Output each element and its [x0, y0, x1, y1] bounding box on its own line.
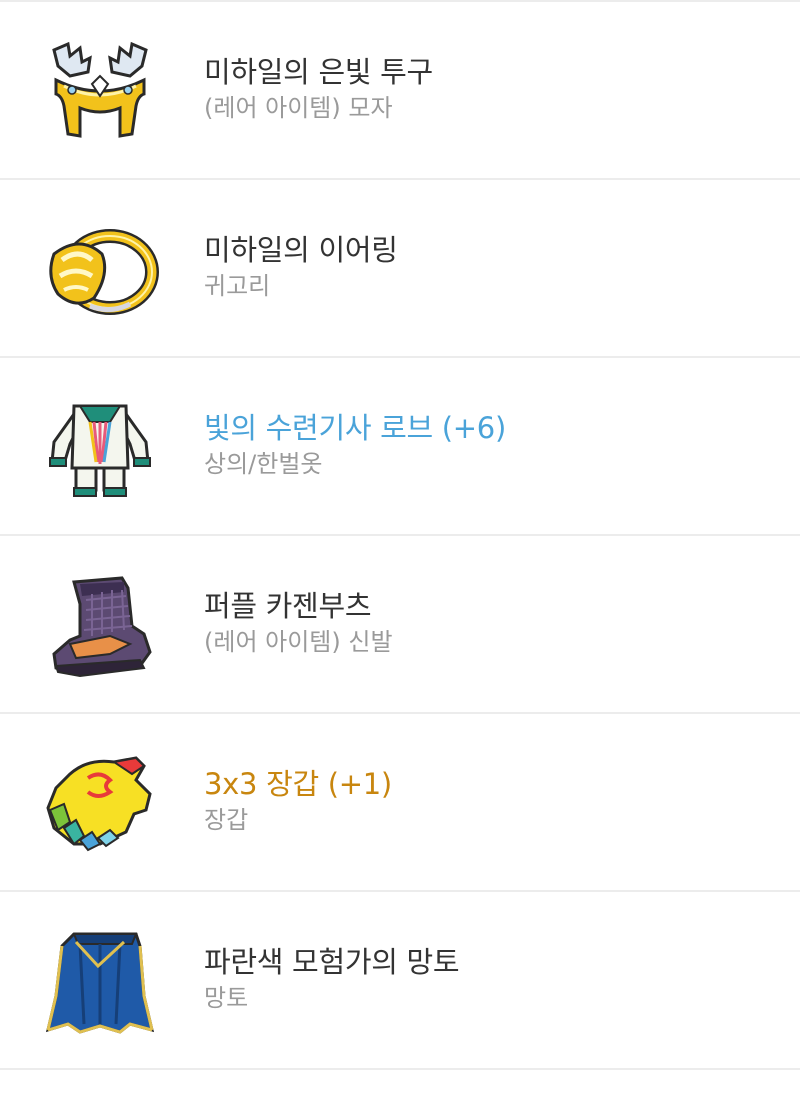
equipment-list: 미하일의 은빛 투구 (레어 아이템) 모자 미하일의 이어링 귀고리 빛의 수… — [0, 0, 800, 1070]
white-robe-icon — [40, 392, 160, 502]
item-name: 파란색 모험가의 망토 — [204, 945, 460, 979]
item-text: 빛의 수련기사 로브 (+6) 상의/한벌옷 — [204, 410, 506, 480]
item-category: 망토 — [204, 984, 249, 1012]
item-text: 파란색 모험가의 망토 망토 — [204, 944, 460, 1014]
blue-cape-icon — [40, 926, 160, 1036]
item-category: (레어 아이템) 모자 — [204, 94, 393, 122]
item-category: 상의/한벌옷 — [204, 450, 323, 478]
list-item[interactable]: 빛의 수련기사 로브 (+6) 상의/한벌옷 — [0, 358, 800, 536]
item-name: 미하일의 이어링 — [204, 233, 398, 267]
list-item[interactable]: 3x3 장갑 (+1) 장갑 — [0, 714, 800, 892]
item-name: 퍼플 카젠부츠 — [204, 589, 372, 623]
item-category: (레어 아이템) 신발 — [204, 628, 393, 656]
gold-earring-icon — [40, 214, 160, 324]
list-item[interactable]: 파란색 모험가의 망토 망토 — [0, 892, 800, 1070]
item-name: 3x3 장갑 (+1) — [204, 767, 392, 801]
list-item[interactable]: 퍼플 카젠부츠 (레어 아이템) 신발 — [0, 536, 800, 714]
item-category: 장갑 — [204, 806, 249, 834]
yellow-glove-icon — [40, 748, 160, 858]
item-text: 미하일의 은빛 투구 (레어 아이템) 모자 — [204, 54, 433, 124]
list-item[interactable]: 미하일의 이어링 귀고리 — [0, 180, 800, 358]
item-name: 빛의 수련기사 로브 (+6) — [204, 411, 506, 445]
item-text: 퍼플 카젠부츠 (레어 아이템) 신발 — [204, 588, 393, 658]
item-text: 미하일의 이어링 귀고리 — [204, 232, 398, 302]
item-name: 미하일의 은빛 투구 — [204, 55, 433, 89]
purple-boots-icon — [40, 570, 160, 680]
item-category: 귀고리 — [204, 272, 271, 300]
list-item[interactable]: 미하일의 은빛 투구 (레어 아이템) 모자 — [0, 2, 800, 180]
winged-helmet-icon — [40, 36, 160, 146]
item-text: 3x3 장갑 (+1) 장갑 — [204, 766, 392, 836]
